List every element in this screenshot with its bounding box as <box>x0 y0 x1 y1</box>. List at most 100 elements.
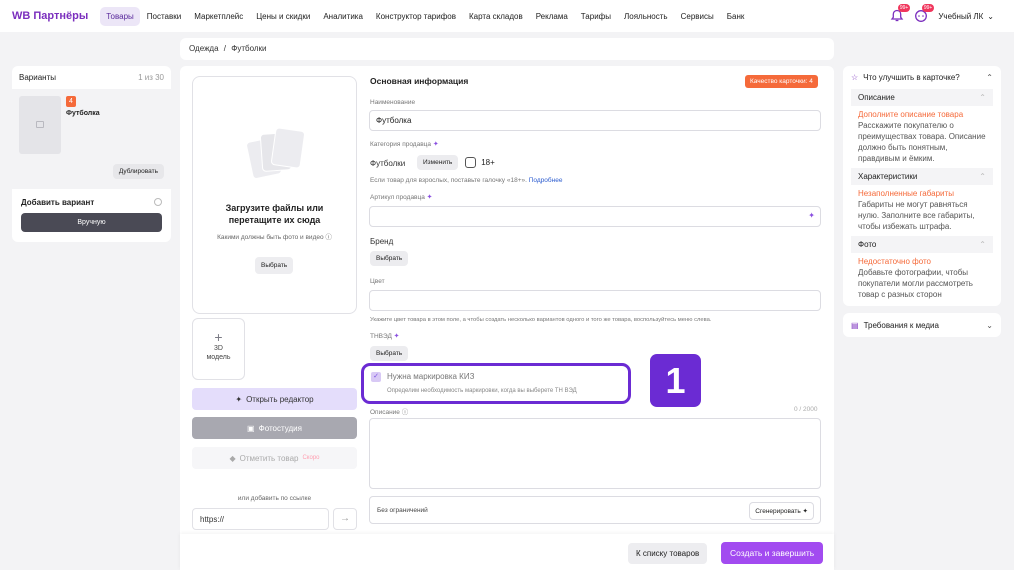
chevron-down-icon: ⌄ <box>987 11 994 21</box>
tips-panel: ☆ Что улучшить в карточке? ⌃ Описание ⌃ Д… <box>843 66 1001 306</box>
tip-text: Габариты не могут равняться нулю. Заполн… <box>858 200 975 231</box>
tip-head: Фото <box>858 240 877 249</box>
model-3d-label: 3D модель <box>206 345 231 361</box>
generate-row: Без ограничений Сгенерировать ✦ <box>369 496 821 524</box>
tip-link[interactable]: Незаполненные габариты <box>851 185 993 199</box>
url-input[interactable]: https:// <box>192 508 329 530</box>
image-placeholder-icon <box>36 121 44 128</box>
media-label: Требования к медиа <box>863 320 939 330</box>
info-icon: ⓘ <box>325 234 332 241</box>
name-input[interactable]: Футболка <box>369 110 821 131</box>
color-input[interactable] <box>369 290 821 311</box>
brand-label: Бренд <box>370 237 394 246</box>
tip-head: Описание <box>858 93 895 102</box>
logo[interactable]: WB Партнёры <box>12 10 88 22</box>
kiz-label: Нужна маркировка КИЗ <box>387 372 475 381</box>
info-icon: ⓘ <box>401 409 409 416</box>
bell-icon[interactable]: 99+ <box>890 4 911 23</box>
nav-item-ads[interactable]: Реклама <box>530 7 574 26</box>
article-input[interactable]: ✦ <box>369 206 821 227</box>
tip-text: Расскажите покупателю о преимуществах то… <box>858 121 986 163</box>
chevron-up-icon[interactable]: ⌃ <box>979 240 986 249</box>
manual-button[interactable]: Вручную <box>21 213 162 232</box>
add-by-link-label: или добавить по ссылке <box>237 495 312 502</box>
magic-wand-icon[interactable]: ✦ <box>808 211 815 220</box>
article-label: Артикул продавца ✦ <box>370 194 433 201</box>
upload-dropzone[interactable]: Загрузите файлы или перетащите их сюда К… <box>192 76 357 314</box>
tip-link[interactable]: Дополните описание товара <box>851 106 993 120</box>
sparkle-icon: ✦ <box>426 194 433 201</box>
change-category-button[interactable]: Изменить <box>417 155 459 170</box>
tips-header[interactable]: ☆ Что улучшить в карточке? ⌃ <box>843 66 1001 89</box>
camera-icon: ▣ <box>247 423 255 433</box>
description-textarea[interactable] <box>369 418 821 489</box>
sparkle-icon: ✦ <box>235 394 243 404</box>
choose-tnved-button[interactable]: Выбрать <box>370 346 409 361</box>
to-list-button[interactable]: К списку товаров <box>628 543 708 564</box>
tip-section-characteristics: Характеристики ⌃ Незаполненные габариты Г… <box>843 168 1001 236</box>
create-button[interactable]: Создать и завершить <box>721 542 824 564</box>
nav-item-supplies[interactable]: Поставки <box>141 7 187 26</box>
tnved-label: ТНВЭД ✦ <box>370 333 400 340</box>
more-link[interactable]: Подробнее <box>529 177 563 184</box>
nav-item-warehouse-map[interactable]: Карта складов <box>463 7 529 26</box>
top-nav: WB Партнёры Товары Поставки Маркетплейс … <box>0 0 1014 32</box>
kiz-hint: Определим необходимость маркировки, когд… <box>387 388 577 394</box>
tip-section-description: Описание ⌃ Дополните описание товара Расс… <box>843 89 1001 168</box>
add-variant-label: Добавить вариант <box>21 198 95 207</box>
no-limits-label: Без ограничений <box>377 507 428 514</box>
sparkle-icon: ✦ <box>393 333 400 340</box>
description-label: Описание ⓘ <box>370 409 409 416</box>
support-icon[interactable]: 99+ <box>914 4 935 23</box>
chevron-up-icon[interactable]: ⌃ <box>979 93 986 102</box>
open-editor-button[interactable]: ✦ Открыть редактор <box>192 388 357 410</box>
tag-icon: ◆ <box>229 453 236 463</box>
category-value: Футболки <box>370 159 406 168</box>
duplicate-button[interactable]: Дублировать <box>112 164 164 179</box>
variants-panel: Варианты 1 из 30 4 Футболка Дублировать … <box>12 66 171 242</box>
variant-card[interactable]: 4 Футболка Дублировать <box>12 89 171 189</box>
arrow-right-icon[interactable]: → <box>333 508 357 530</box>
kiz-checkbox[interactable]: ✓ <box>371 372 381 382</box>
info-icon[interactable] <box>154 198 162 206</box>
nav-item-loyalty[interactable]: Лояльность <box>618 7 674 26</box>
adult-hint: Если товар для взрослых, поставьте галоч… <box>370 177 563 184</box>
footer-bar: К списку товаров Создать и завершить <box>180 534 834 570</box>
nav-item-bank[interactable]: Банк <box>721 7 751 26</box>
nav-item-tariff-builder[interactable]: Конструктор тарифов <box>370 7 462 26</box>
adult-checkbox[interactable]: 18+ <box>465 157 495 168</box>
chevron-up-icon[interactable]: ⌃ <box>979 172 986 181</box>
media-icon: ▤ <box>851 320 859 330</box>
category-label: Категория продавца ✦ <box>370 141 439 148</box>
nav-item-prices[interactable]: Цены и скидки <box>250 7 316 26</box>
color-hint: Укажите цвет товара в этом поле, а чтобы… <box>370 317 712 323</box>
name-label: Наименование <box>370 99 416 106</box>
model-3d-button[interactable]: + 3D модель <box>192 318 245 380</box>
breadcrumb-root[interactable]: Одежда <box>189 44 219 53</box>
checkbox-icon <box>465 157 476 168</box>
breadcrumb-sep: / <box>223 44 227 53</box>
nav-item-services[interactable]: Сервисы <box>675 7 720 26</box>
media-requirements[interactable]: ▤ Требования к медиа ⌄ <box>843 313 1001 337</box>
chevron-down-icon: ⌄ <box>986 320 993 330</box>
tip-section-photo: Фото ⌃ Недостаточно фото Добавьте фотогра… <box>843 236 1001 304</box>
chevron-up-icon: ⌃ <box>986 73 993 82</box>
nav-item-marketplace[interactable]: Маркетплейс <box>188 7 249 26</box>
tip-link[interactable]: Недостаточно фото <box>851 253 993 267</box>
choose-brand-button[interactable]: Выбрать <box>370 251 409 266</box>
choose-files-button[interactable]: Выбрать <box>255 257 294 274</box>
nav-item-goods[interactable]: Товары <box>100 6 140 26</box>
nav-item-tariffs[interactable]: Тарифы <box>575 7 617 26</box>
upload-title: Загрузите файлы или перетащите их сюда <box>225 203 324 225</box>
product-card-editor: Загрузите файлы или перетащите их сюда К… <box>180 66 834 570</box>
upload-subtitle[interactable]: Какими должны быть фото и видео ⓘ <box>193 231 356 241</box>
variants-title: Варианты <box>19 73 56 82</box>
photo-studio-button[interactable]: ▣ Фотостудия <box>192 417 357 439</box>
card-quality-badge[interactable]: Качество карточки: 4 <box>745 75 818 88</box>
nav-item-analytics[interactable]: Аналитика <box>317 7 369 26</box>
generate-button[interactable]: Сгенерировать ✦ <box>749 502 814 520</box>
section-title: Основная информация <box>370 76 469 86</box>
user-menu[interactable]: Учебный ЛК ⌄ <box>938 12 994 21</box>
notification-badge: 99+ <box>897 4 911 12</box>
tips-title: Что улучшить в карточке? <box>863 73 960 82</box>
